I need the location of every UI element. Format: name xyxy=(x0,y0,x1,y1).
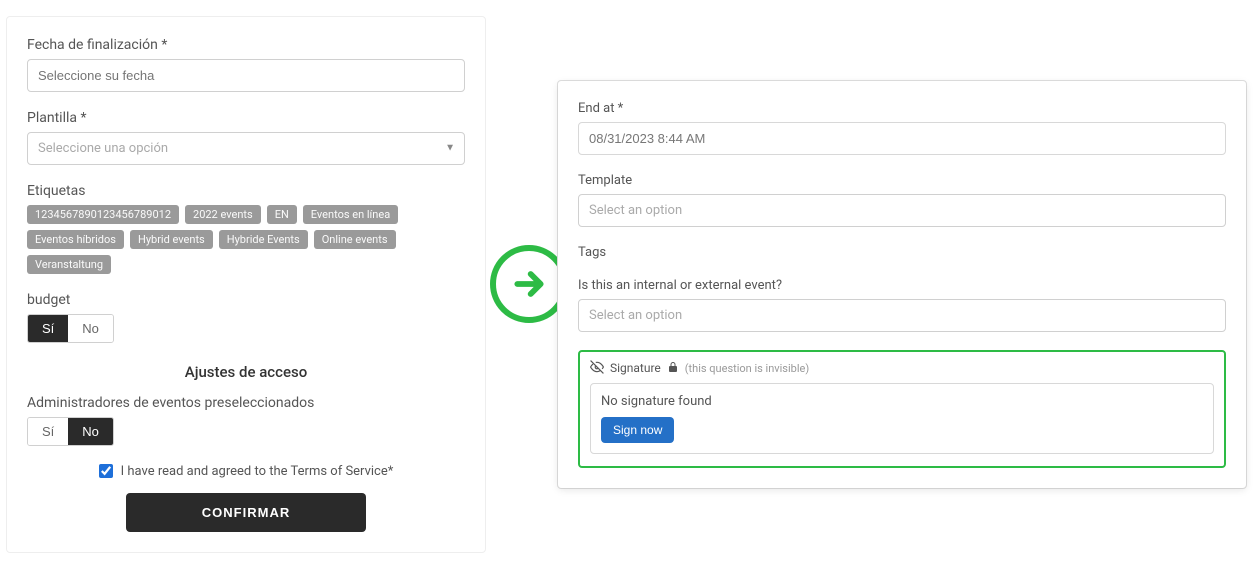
eye-off-icon xyxy=(590,360,604,377)
terms-text: I have read and agreed to the Terms of S… xyxy=(121,464,394,479)
right-tags-field-group: Tags xyxy=(578,245,1226,260)
tag[interactable]: 2022 events xyxy=(185,205,261,224)
signature-header: Signature (this question is invisible) xyxy=(590,360,1214,377)
tag[interactable]: Veranstaltung xyxy=(27,255,111,274)
template-select[interactable]: Seleccione una opción xyxy=(27,132,465,165)
tag[interactable]: Hybrid events xyxy=(130,230,213,249)
budget-toggle: Sí No xyxy=(27,314,114,343)
left-form-panel: Fecha de finalización * Plantilla * Sele… xyxy=(6,16,486,553)
signature-label: Signature xyxy=(610,361,661,375)
internal-external-field-group: Is this an internal or external event? S… xyxy=(578,278,1226,332)
budget-label: budget xyxy=(27,292,465,308)
signature-invisible-note: (this question is invisible) xyxy=(685,362,809,375)
end-date-input[interactable] xyxy=(27,59,465,92)
internal-external-select[interactable]: Select an option xyxy=(578,299,1226,332)
tag[interactable]: Eventos híbridos xyxy=(27,230,124,249)
template-label: Plantilla * xyxy=(27,110,465,126)
end-at-field-group: End at * xyxy=(578,101,1226,155)
terms-row: I have read and agreed to the Terms of S… xyxy=(27,464,465,479)
lock-icon xyxy=(667,361,679,376)
signature-body: No signature found Sign now xyxy=(590,383,1214,454)
tags-row: 1234567890123456789012 2022 events EN Event… xyxy=(27,205,465,274)
right-template-field-group: Template Select an option xyxy=(578,173,1226,227)
arrow-right-icon xyxy=(509,264,549,304)
admins-yes-button[interactable]: Sí xyxy=(28,418,68,445)
template-field-group: Plantilla * Seleccione una opción ▼ xyxy=(27,110,465,165)
end-at-input[interactable] xyxy=(578,122,1226,155)
end-at-label: End at * xyxy=(578,101,1226,116)
right-form-panel: End at * Template Select an option Tags … xyxy=(557,80,1247,489)
right-template-select[interactable]: Select an option xyxy=(578,194,1226,227)
confirm-button[interactable]: CONFIRMAR xyxy=(126,493,366,532)
admins-no-button[interactable]: No xyxy=(68,418,113,445)
preselected-admins-label: Administradores de eventos preselecciona… xyxy=(27,395,465,411)
tag[interactable]: Hybride Events xyxy=(219,230,308,249)
tags-field-group: Etiquetas 1234567890123456789012 2022 eve… xyxy=(27,183,465,274)
signature-block: Signature (this question is invisible) N… xyxy=(578,350,1226,468)
right-template-label: Template xyxy=(578,173,1226,188)
terms-checkbox[interactable] xyxy=(99,464,113,478)
sign-now-button[interactable]: Sign now xyxy=(601,417,674,443)
right-tags-label: Tags xyxy=(578,245,1226,260)
access-settings-heading: Ajustes de acceso xyxy=(27,363,465,381)
end-date-label: Fecha de finalización * xyxy=(27,37,465,53)
tags-label: Etiquetas xyxy=(27,183,465,199)
tag[interactable]: Eventos en línea xyxy=(303,205,398,224)
internal-external-label: Is this an internal or external event? xyxy=(578,278,1226,293)
budget-yes-button[interactable]: Sí xyxy=(28,315,68,342)
tag[interactable]: EN xyxy=(267,205,297,224)
tag[interactable]: 1234567890123456789012 xyxy=(27,205,179,224)
budget-no-button[interactable]: No xyxy=(68,315,113,342)
end-date-field-group: Fecha de finalización * xyxy=(27,37,465,92)
signature-status: No signature found xyxy=(601,394,1203,409)
budget-field-group: budget Sí No xyxy=(27,292,465,343)
admins-toggle: Sí No xyxy=(27,417,114,446)
preselected-admins-group: Administradores de eventos preselecciona… xyxy=(27,395,465,446)
tag[interactable]: Online events xyxy=(314,230,396,249)
